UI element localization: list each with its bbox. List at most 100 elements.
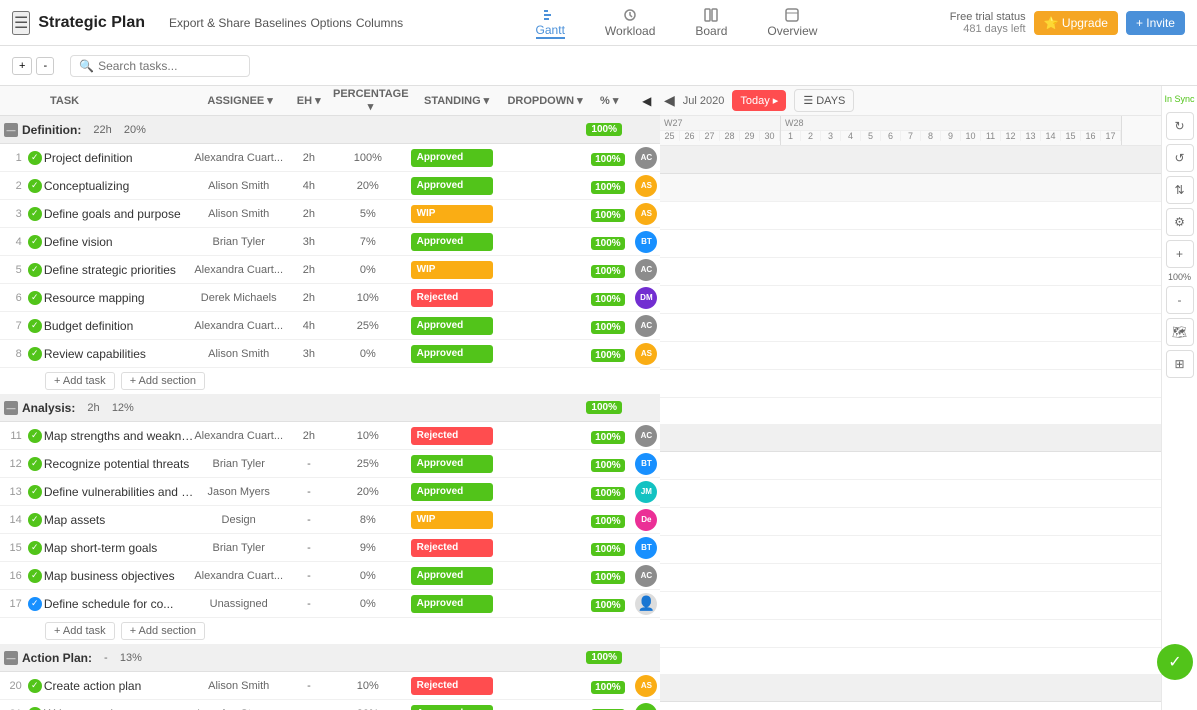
trial-days: 481 days left [950,23,1026,35]
gantt-day: 9 [941,131,961,141]
gantt-day: 28 [720,131,740,141]
avatar: AS [635,203,657,225]
columns-btn[interactable]: Columns [356,16,403,30]
avatar: AS [635,343,657,365]
gantt-day: 25 [660,131,680,141]
gantt-month: Jul 2020 [683,95,725,107]
hamburger-menu[interactable]: ☰ [12,11,30,35]
gantt-day: 29 [740,131,760,141]
add-section-definition[interactable]: + Add section [121,372,205,390]
avatar: BT [635,537,657,559]
gantt-day: 10 [961,131,981,141]
table-row: 7 ✓ Budget definition Alexandra Cuart...… [0,312,660,340]
gantt-day: 5 [861,131,881,141]
gantt-back-arrow[interactable]: ◀ [664,92,675,109]
avatar: AC [635,147,657,169]
map-button[interactable]: 🗺 [1166,318,1194,346]
table-row: 20 ✓ Create action plan Alison Smith - 1… [0,672,660,700]
tab-workload[interactable]: Workload [597,4,663,42]
section-definition: — Definition: 22h 20% 100% [0,116,660,144]
zoom-level: 100% [1168,272,1191,282]
tab-board[interactable]: Board [687,4,735,42]
col-pct-header[interactable]: PERCENTAGE ▾ [333,88,408,113]
gantt-panel: ◀ Jul 2020 Today ▸ ☰ DAYS W27 25 26 27 2… [660,86,1161,710]
avatar: BT [635,453,657,475]
avatar: AS [635,175,657,197]
table-row: 11 ✓ Map strengths and weakne... Alexand… [0,422,660,450]
gantt-day: 14 [1041,131,1061,141]
nav-tabs: Gantt Workload Board Overview [528,3,826,43]
settings-button[interactable]: ⚙ [1166,208,1194,236]
avatar: AC [635,425,657,447]
collapse-definition[interactable]: — [4,123,18,137]
gantt-day: 7 [901,131,921,141]
sync-button[interactable]: ↻ [1166,112,1194,140]
collapse-action-plan[interactable]: — [4,651,18,665]
table-row: 17 ✓ Define schedule for co... Unassigne… [0,590,660,618]
zoom-out-button[interactable]: - [1166,286,1194,314]
trial-status-text: Free trial status [950,11,1026,23]
table-row: 4 ✓ Define vision Brian Tyler 3h 7% Appr… [0,228,660,256]
table-row: 15 ✓ Map short-term goals Brian Tyler - … [0,534,660,562]
gantt-day: 13 [1021,131,1041,141]
options-btn[interactable]: Options [310,16,351,30]
upgrade-button[interactable]: ⭐ Upgrade [1034,11,1118,35]
top-header: ☰ Strategic Plan Export & Share Baseline… [0,0,1197,46]
gantt-body [660,146,1161,710]
avatar: LS [635,703,657,710]
col-dropdown-header[interactable]: DROPDOWN ▾ [505,94,585,107]
gantt-day: 30 [760,131,780,141]
gantt-day: 16 [1081,131,1101,141]
avatar: De [635,509,657,531]
gantt-day: 11 [981,131,1001,141]
col-pct2-header[interactable]: % ▾ [585,94,634,107]
table-row: 1 ✓ Project definition Alexandra Cuart..… [0,144,660,172]
col-standing-header[interactable]: STANDING ▾ [408,94,505,107]
avatar: AS [635,675,657,697]
search-input[interactable] [98,59,218,73]
table-row: 6 ✓ Resource mapping Derek Michaels 2h 1… [0,284,660,312]
avatar: DM [635,287,657,309]
today-button[interactable]: Today ▸ [732,90,786,111]
trial-area: Free trial status 481 days left ⭐ Upgrad… [950,11,1185,35]
gantt-day: 8 [921,131,941,141]
search-icon: 🔍 [79,59,94,73]
grid-button[interactable]: ⊞ [1166,350,1194,378]
column-headers: TASK ASSIGNEE ▾ EH ▾ PERCENTAGE ▾ STANDI… [0,86,660,116]
col-eh-header[interactable]: EH ▾ [284,94,333,107]
table-row: 12 ✓ Recognize potential threats Brian T… [0,450,660,478]
remove-btn[interactable]: - [36,57,54,75]
baselines-btn[interactable]: Baselines [254,16,306,30]
search-box[interactable]: 🔍 [70,55,250,77]
undo-button[interactable]: ↺ [1166,144,1194,172]
gantt-day: 1 [781,131,801,141]
tab-overview[interactable]: Overview [759,4,825,42]
export-btn[interactable]: Export & Share [169,16,250,30]
gantt-day: 15 [1061,131,1081,141]
table-row: 3 ✓ Define goals and purpose Alison Smit… [0,200,660,228]
zoom-in-button[interactable]: + [1166,240,1194,268]
invite-button[interactable]: + Invite [1126,11,1185,35]
avatar: BT [635,231,657,253]
tab-gantt[interactable]: Gantt [528,3,573,43]
table-row: 16 ✓ Map business objectives Alexandra C… [0,562,660,590]
sort-button[interactable]: ⇅ [1166,176,1194,204]
table-row: 14 ✓ Map assets Design - 8% WIP 100% De [0,506,660,534]
check-button[interactable]: ✓ [1157,644,1193,680]
add-task-definition[interactable]: + Add task [45,372,115,390]
table-row: 13 ✓ Define vulnerabilities and ri... Ja… [0,478,660,506]
gantt-day: 2 [801,131,821,141]
app-title: Strategic Plan [38,14,145,32]
right-controls: In Sync ↻ ↺ ⇅ ⚙ + 100% - 🗺 ⊞ ✓ [1161,86,1197,710]
col-assignee-header[interactable]: ASSIGNEE ▾ [196,94,284,107]
table-row: 2 ✓ Conceptualizing Alison Smith 4h 20% … [0,172,660,200]
avatar: 👤 [635,593,657,615]
add-task-analysis[interactable]: + Add task [45,622,115,640]
days-button[interactable]: ☰ DAYS [794,89,854,112]
collapse-analysis[interactable]: — [4,401,18,415]
add-section-analysis[interactable]: + Add section [121,622,205,640]
add-btn[interactable]: + [12,57,32,75]
avatar: AC [635,315,657,337]
sub-header: + - 🔍 [0,46,1197,86]
col-task-header: TASK [0,95,196,107]
